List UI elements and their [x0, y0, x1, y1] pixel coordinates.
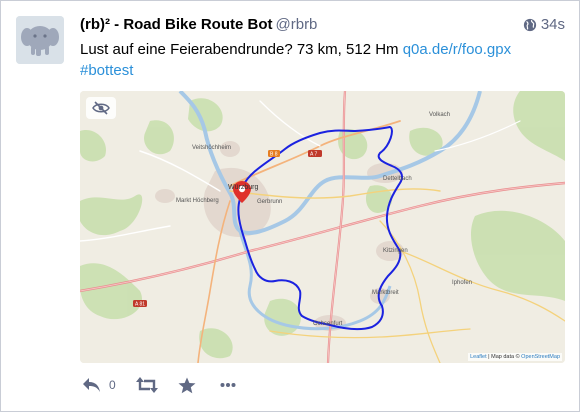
leaflet-link[interactable]: Leaflet: [470, 354, 487, 360]
reply-button[interactable]: 0: [82, 377, 116, 393]
account-name-link[interactable]: (rb)² - Road Bike Route Bot @rbrb: [80, 16, 317, 33]
label-kitzingen: Kitzingen: [383, 248, 408, 254]
label-veitshochheim: Veitshöchheim: [192, 145, 231, 151]
globe-icon: [523, 18, 536, 31]
eye-slash-icon: [92, 101, 110, 115]
hide-media-button[interactable]: [86, 97, 116, 119]
avatar[interactable]: [16, 16, 64, 64]
status-time[interactable]: 34s: [523, 16, 565, 33]
label-marktbreit: Marktbreit: [372, 290, 399, 296]
relative-time: 34s: [540, 16, 565, 33]
label-volkach: Volkach: [429, 112, 450, 118]
label-a7: A 7: [310, 152, 317, 158]
retweet-icon: [135, 377, 158, 393]
status-action-bar: 0: [80, 373, 236, 397]
osm-link[interactable]: OpenStreetMap: [521, 354, 560, 360]
display-name: (rb)² - Road Bike Route Bot: [80, 16, 273, 33]
label-markt-hochberg: Markt Höchberg: [176, 198, 219, 204]
ellipsis-icon: [220, 383, 236, 387]
label-wurzburg: Würzburg: [228, 184, 258, 191]
map-image: Veitshöchheim Würzburg Markt Höchberg Ge…: [80, 91, 565, 363]
map-attribution: Leaflet | Map data © OpenStreetMap: [468, 353, 562, 361]
boost-button[interactable]: [135, 377, 158, 393]
label-b8: B 8: [270, 152, 278, 158]
attribution-text: | Map data ©: [486, 354, 522, 360]
more-button[interactable]: [220, 382, 236, 388]
reply-count: 0: [109, 378, 116, 392]
map-attachment[interactable]: Veitshöchheim Würzburg Markt Höchberg Ge…: [80, 91, 565, 363]
star-icon: [178, 377, 196, 393]
label-ochsenfurt: Ochsenfurt: [313, 321, 343, 327]
status-card: (rb)² - Road Bike Route Bot @rbrb 34s Lus…: [0, 0, 580, 412]
label-iphofen: Iphofen: [452, 280, 472, 286]
label-dettelbach: Dettelbach: [383, 176, 412, 182]
account-handle: @rbrb: [275, 16, 318, 33]
status-text: Lust auf eine Feierabendrunde? 73 km, 51…: [80, 41, 403, 58]
status-content: Lust auf eine Feierabendrunde? 73 km, 51…: [80, 39, 560, 81]
reply-icon: [83, 378, 100, 392]
status-header: (rb)² - Road Bike Route Bot @rbrb 34s: [80, 15, 565, 37]
label-gerbrunn: Gerbrunn: [257, 199, 282, 205]
favourite-button[interactable]: [178, 377, 196, 394]
label-a81: A 81: [135, 302, 145, 308]
hashtag-link[interactable]: #bottest: [80, 62, 133, 79]
gpx-link[interactable]: q0a.de/r/foo.gpx: [403, 41, 511, 58]
